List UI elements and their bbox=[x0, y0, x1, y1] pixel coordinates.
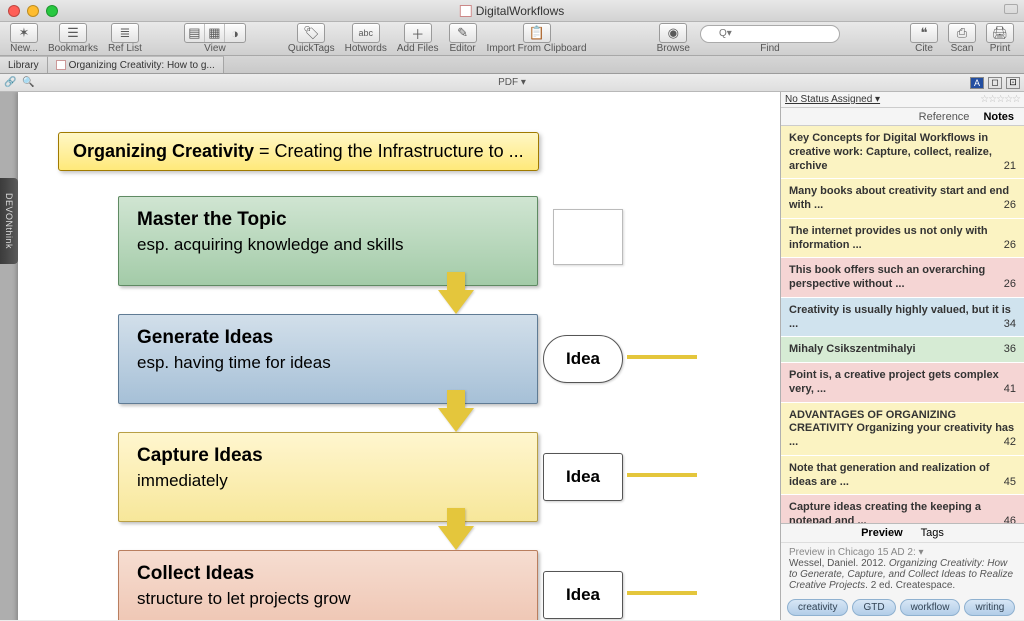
titlebar: DigitalWorkflows bbox=[0, 0, 1024, 22]
hotwords-button[interactable]: abcHotwords bbox=[341, 23, 391, 54]
notes-list[interactable]: Key Concepts for Digital Workflows in cr… bbox=[781, 126, 1024, 523]
tab-notes[interactable]: Notes bbox=[983, 111, 1014, 123]
sub-toolbar: 🔗 🔍 PDF ▾ A ◻ ⊡ bbox=[0, 74, 1024, 92]
chart-title: Organizing Creativity = Creating the Inf… bbox=[58, 132, 539, 171]
editor-button[interactable]: ✎Editor bbox=[445, 23, 481, 54]
window-title: DigitalWorkflows bbox=[460, 4, 564, 18]
import-clipboard-button[interactable]: 📋Import From Clipboard bbox=[483, 23, 591, 54]
note-item[interactable]: Capture ideas creating the keeping a not… bbox=[781, 495, 1024, 523]
scan-button[interactable]: ⎙Scan bbox=[944, 23, 980, 54]
reflist-button[interactable]: ≣Ref List bbox=[104, 23, 146, 54]
tag-pill[interactable]: writing bbox=[964, 599, 1015, 616]
tag-pill[interactable]: workflow bbox=[900, 599, 961, 616]
tab-preview[interactable]: Preview bbox=[861, 527, 903, 539]
document-icon bbox=[460, 5, 472, 17]
tab-tags[interactable]: Tags bbox=[921, 527, 944, 539]
zoom-icon[interactable] bbox=[46, 5, 58, 17]
note-item[interactable]: This book offers such an overarching per… bbox=[781, 258, 1024, 298]
tag-pill[interactable]: GTD bbox=[852, 599, 895, 616]
flow-step: Collect Ideasstructure to let projects g… bbox=[118, 550, 538, 620]
notes-sidebar: No Status Assigned ▾ ☆☆☆☆☆ Reference Not… bbox=[780, 92, 1024, 620]
annotation-mode-a[interactable]: A bbox=[970, 77, 984, 89]
window-controls bbox=[8, 5, 58, 17]
tab-document[interactable]: Organizing Creativity: How to g... bbox=[48, 56, 224, 73]
tab-library[interactable]: Library bbox=[0, 56, 48, 73]
bookmarks-button[interactable]: ☰Bookmarks bbox=[44, 23, 102, 54]
idea-node: Idea bbox=[543, 453, 623, 501]
browse-button[interactable]: ◉Browse bbox=[653, 23, 694, 54]
document-icon bbox=[56, 60, 66, 70]
view-segment[interactable]: ▤▦◑ View bbox=[180, 23, 250, 54]
new-button[interactable]: ✶New... bbox=[6, 23, 42, 54]
devonthink-sidetab[interactable]: DEVONthink bbox=[0, 178, 18, 264]
quicktags-button[interactable]: 🏷QuickTags bbox=[284, 23, 339, 54]
tag-pill[interactable]: creativity bbox=[787, 599, 848, 616]
document-tabs: Library Organizing Creativity: How to g.… bbox=[0, 56, 1024, 74]
flow-step: Master the Topicesp. acquiring knowledge… bbox=[118, 196, 538, 286]
note-item[interactable]: The internet provides us not only with i… bbox=[781, 219, 1024, 259]
note-item[interactable]: Key Concepts for Digital Workflows in cr… bbox=[781, 126, 1024, 179]
citation-text: Wessel, Daniel. 2012. Organizing Creativ… bbox=[789, 558, 1016, 591]
status-dropdown[interactable]: No Status Assigned ▾ bbox=[785, 94, 880, 105]
chart-thumb-icon bbox=[553, 209, 623, 265]
note-item[interactable]: ADVANTAGES OF ORGANIZING CREATIVITY Orga… bbox=[781, 403, 1024, 456]
arrow-down-icon bbox=[438, 526, 474, 550]
tab-reference[interactable]: Reference bbox=[919, 111, 970, 123]
fullscreen-icon[interactable] bbox=[1004, 4, 1018, 14]
arrow-down-icon bbox=[438, 290, 474, 314]
tag-row: creativityGTD workflowwriting bbox=[781, 595, 1024, 620]
view-mode-dropdown[interactable]: PDF ▾ bbox=[498, 77, 526, 88]
rating-stars[interactable]: ☆☆☆☆☆ bbox=[980, 94, 1020, 105]
close-icon[interactable] bbox=[8, 5, 20, 17]
idea-node: Idea bbox=[543, 335, 623, 383]
pdf-page: Organizing Creativity = Creating the Inf… bbox=[18, 92, 780, 620]
note-item[interactable]: Mihaly Csikszentmihalyi36 bbox=[781, 337, 1024, 363]
flow-step: Capture IdeasimmediatelyIdea bbox=[118, 432, 538, 522]
pdf-viewport[interactable]: Organizing Creativity = Creating the Inf… bbox=[0, 92, 780, 620]
find-field[interactable]: Find bbox=[696, 23, 844, 54]
annotation-mode-box[interactable]: ◻ bbox=[988, 77, 1002, 89]
search-icon[interactable]: 🔍 bbox=[22, 77, 34, 89]
flow-step: Generate Ideasesp. having time for ideas… bbox=[118, 314, 538, 404]
addfiles-button[interactable]: ＋Add Files bbox=[393, 23, 443, 54]
main-toolbar: ✶New... ☰Bookmarks ≣Ref List ▤▦◑ View 🏷Q… bbox=[0, 22, 1024, 56]
idea-node: Idea bbox=[543, 571, 623, 619]
note-item[interactable]: Many books about creativity start and en… bbox=[781, 179, 1024, 219]
annotation-mode-crop[interactable]: ⊡ bbox=[1006, 77, 1020, 89]
link-icon[interactable]: 🔗 bbox=[4, 77, 16, 89]
citation-format[interactable]: Preview in Chicago 15 AD 2: ▾ bbox=[789, 547, 1016, 558]
minimize-icon[interactable] bbox=[27, 5, 39, 17]
note-item[interactable]: Note that generation and realization of … bbox=[781, 456, 1024, 496]
note-item[interactable]: Creativity is usually highly valued, but… bbox=[781, 298, 1024, 338]
arrow-down-icon bbox=[438, 408, 474, 432]
cite-button[interactable]: ❝Cite bbox=[906, 23, 942, 54]
search-input[interactable] bbox=[700, 25, 840, 43]
print-button[interactable]: 🖨Print bbox=[982, 23, 1018, 54]
note-item[interactable]: Point is, a creative project gets comple… bbox=[781, 363, 1024, 403]
